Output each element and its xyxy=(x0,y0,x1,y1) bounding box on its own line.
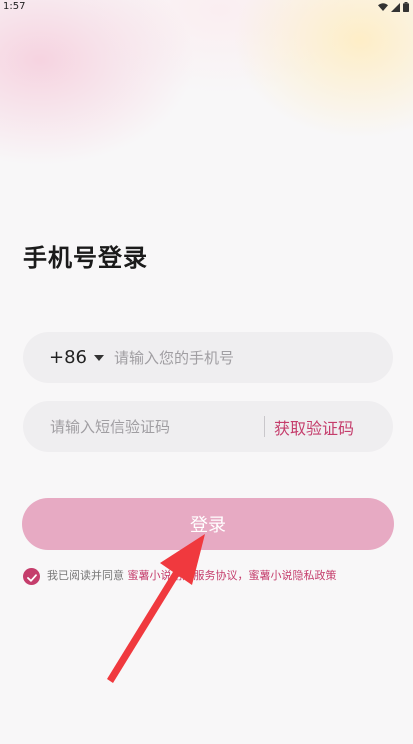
user-agreement-link[interactable]: 蜜薯小说用户服务协议 xyxy=(128,569,238,582)
login-button-label: 登录 xyxy=(190,515,226,536)
phone-field: +86 xyxy=(23,332,393,383)
agreement-text: 我已阅读并同意 蜜薯小说用户服务协议，蜜薯小说隐私政策 xyxy=(47,567,337,585)
status-icons xyxy=(378,2,409,12)
battery-icon xyxy=(403,2,409,12)
agreement-separator: ， xyxy=(237,569,249,582)
verification-code-input[interactable] xyxy=(50,417,250,436)
agreement-row: 我已阅读并同意 蜜薯小说用户服务协议，蜜薯小说隐私政策 xyxy=(23,567,403,585)
signal-icon xyxy=(391,2,400,12)
get-code-button[interactable]: 获取验证码 xyxy=(274,401,354,452)
login-button[interactable]: 登录 xyxy=(22,498,394,550)
agreement-prefix: 我已阅读并同意 xyxy=(47,569,128,582)
wifi-icon xyxy=(378,3,388,11)
field-divider xyxy=(264,416,265,437)
verification-code-field: 获取验证码 xyxy=(23,401,393,452)
privacy-policy-link[interactable]: 蜜薯小说隐私政策 xyxy=(249,569,337,582)
page-title: 手机号登录 xyxy=(23,244,148,272)
caret-down-icon xyxy=(94,354,104,361)
phone-number-input[interactable] xyxy=(114,348,364,367)
status-time: 1:57 xyxy=(3,1,26,12)
check-icon xyxy=(26,567,37,586)
country-code-label: +86 xyxy=(49,347,87,368)
agreement-checkbox[interactable] xyxy=(23,567,40,586)
header-gradient-background xyxy=(0,0,413,260)
country-code-selector[interactable]: +86 xyxy=(49,347,104,368)
status-bar: 1:57 xyxy=(0,0,413,14)
